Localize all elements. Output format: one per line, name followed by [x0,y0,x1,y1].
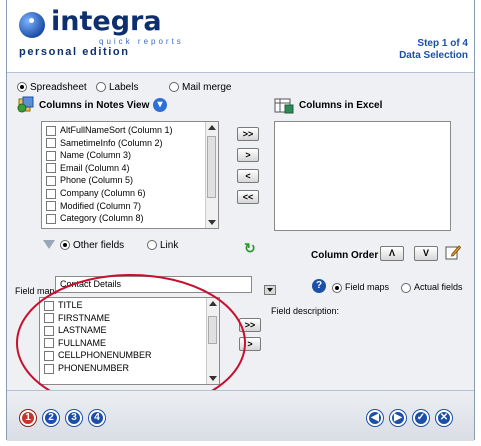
header: integra quick reports personal edition S… [7,0,474,72]
radio-dot [169,82,179,93]
scroll-up-icon[interactable] [208,125,216,130]
radio-mail-merge[interactable]: Mail merge [169,82,231,93]
radio-spreadsheet[interactable]: Spreadsheet [17,82,87,93]
wizard-window: integra quick reports personal edition S… [6,0,475,441]
move-up-button[interactable]: Λ [380,246,404,261]
notes-view-title: Columns in Notes View [39,100,150,111]
list-item[interactable]: Modified (Column 7) [42,200,218,213]
list-item[interactable]: SametimeInfo (Column 2) [42,137,218,150]
cancel-icon[interactable]: ✕ [436,410,452,426]
logo-subtitle: quick reports [99,37,184,46]
field-description-label: Field description: [271,306,340,316]
radio-dot [401,282,411,293]
checkbox[interactable] [46,201,56,212]
notes-columns-list[interactable]: AltFullNameSort (Column 1) SametimeInfo … [41,121,219,229]
scroll-down-icon[interactable] [208,220,216,225]
notes-list-scrollbar[interactable] [205,122,218,228]
step-2-icon[interactable]: 2 [43,410,59,426]
excel-icon [274,96,294,114]
radio-dot [17,82,27,93]
radio-other-fields[interactable]: Other fields [60,240,124,251]
step-title: Data Selection [399,50,468,61]
add-button[interactable]: > [237,148,259,162]
remove-button[interactable]: < [237,169,259,183]
radio-dot [96,82,106,93]
step-1-icon[interactable]: 1 [20,410,36,426]
logo-globe-icon [19,12,45,38]
list-item[interactable]: Phone (Column 5) [42,174,218,187]
scroll-thumb[interactable] [207,136,216,198]
edit-icon[interactable] [445,244,462,260]
checkbox[interactable] [46,150,56,161]
main-panel: Spreadsheet Labels Mail merge Columns in… [7,72,474,412]
column-order-label: Column Order [311,250,379,261]
step-4-icon[interactable]: 4 [89,410,105,426]
list-item[interactable]: Company (Column 6) [42,187,218,200]
move-down-button[interactable]: V [414,246,438,261]
remove-all-button[interactable]: << [237,190,259,204]
checkbox[interactable] [46,125,56,136]
back-icon[interactable]: ◀ [367,410,383,426]
checkbox[interactable] [46,163,56,174]
footer-nav: 1 2 3 4 ◀ ▶ ✓ ✕ [7,390,474,441]
logo-title: integra [51,6,162,37]
step-count: Step 1 of 4 [417,38,468,49]
radio-field-maps[interactable]: Field maps [332,282,389,293]
list-item[interactable]: Name (Column 3) [42,149,218,162]
list-item[interactable]: Category (Column 8) [42,212,218,225]
refresh-icon[interactable]: ↻ [244,240,256,257]
next-icon[interactable]: ▶ [390,410,406,426]
finish-icon[interactable]: ✓ [413,410,429,426]
add-all-button[interactable]: >> [237,127,259,141]
radio-dot [147,240,157,251]
step-3-icon[interactable]: 3 [66,410,82,426]
radio-labels[interactable]: Labels [96,82,138,93]
view-picker-icon[interactable]: ▾ [153,98,167,112]
checkbox[interactable] [46,188,56,199]
radio-dot [60,240,70,251]
field-map-dropdown-icon[interactable] [264,285,276,295]
list-item[interactable]: Email (Column 4) [42,162,218,175]
help-icon[interactable]: ? [312,279,326,293]
list-item[interactable]: AltFullNameSort (Column 1) [42,124,218,137]
radio-link[interactable]: Link [147,240,178,251]
radio-actual-fields[interactable]: Actual fields [401,282,463,293]
excel-title: Columns in Excel [299,100,383,111]
excel-columns-list[interactable] [274,121,451,231]
step-indicator: Step 1 of 4 Data Selection [399,38,468,62]
notes-db-icon [17,96,35,113]
checkbox[interactable] [46,138,56,149]
checkbox[interactable] [46,213,56,224]
radio-dot [332,282,342,293]
expand-triangle-icon[interactable] [43,240,55,249]
checkbox[interactable] [46,176,56,186]
logo-edition: personal edition [19,46,130,58]
